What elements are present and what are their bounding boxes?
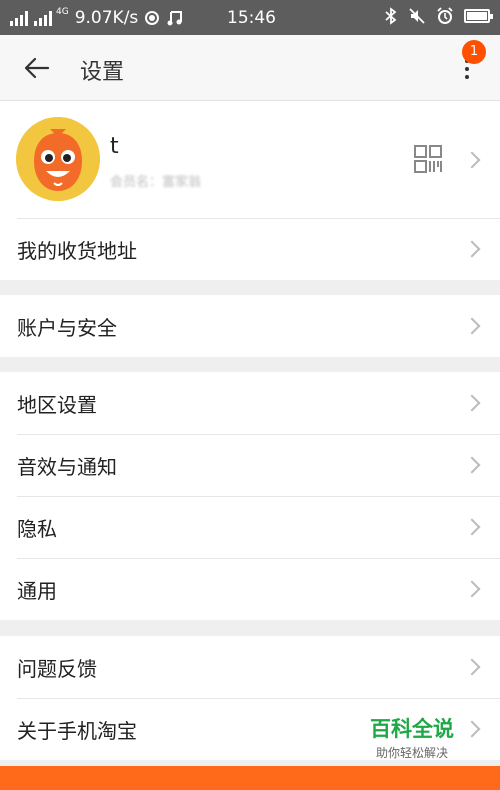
account-section: 账户与安全 xyxy=(0,295,500,357)
profile-section: t 会员名：富家翁 我的收货地址 xyxy=(0,101,500,280)
chevron-right-icon xyxy=(463,151,481,168)
settings-item-feedback[interactable]: 问题反馈 xyxy=(0,636,500,698)
signal-icon xyxy=(10,10,28,26)
settings-item-privacy[interactable]: 隐私 xyxy=(0,496,500,558)
location-icon xyxy=(145,10,160,25)
status-left: 4G 9.07K/s xyxy=(10,8,184,28)
settings-item-label: 问题反馈 xyxy=(17,656,97,681)
profile-name: t xyxy=(110,134,119,159)
back-arrow-icon[interactable] xyxy=(22,53,52,83)
mute-icon xyxy=(409,8,425,24)
qr-code-icon[interactable] xyxy=(414,145,442,173)
bluetooth-icon xyxy=(385,7,397,25)
status-bar: 4G 9.07K/s 15:46 xyxy=(0,0,500,35)
alarm-icon xyxy=(437,7,453,24)
general-section: 地区设置 音效与通知 隐私 通用 xyxy=(0,372,500,620)
settings-item-sound-notification[interactable]: 音效与通知 xyxy=(0,434,500,496)
settings-item-general[interactable]: 通用 xyxy=(0,558,500,620)
chevron-right-icon xyxy=(463,456,481,474)
chevron-right-icon xyxy=(463,394,481,412)
watermark-title: 百科全说 xyxy=(370,717,454,741)
mascot-avatar-icon xyxy=(16,117,100,201)
battery-icon xyxy=(464,9,493,23)
status-right xyxy=(384,7,493,25)
notification-badge: 1 xyxy=(462,40,486,64)
chevron-right-icon xyxy=(463,240,481,258)
settings-item-label: 音效与通知 xyxy=(17,454,117,479)
watermark: 百科全说 助你轻松解决 xyxy=(360,716,464,761)
settings-item-label: 地区设置 xyxy=(17,392,97,417)
network-4g-label: 4G xyxy=(56,7,69,17)
settings-item-account-security[interactable]: 账户与安全 xyxy=(0,295,500,357)
chevron-right-icon xyxy=(463,317,481,335)
settings-item-label: 我的收货地址 xyxy=(17,238,137,263)
bottom-action-bar[interactable] xyxy=(0,766,500,790)
settings-item-label: 关于手机淘宝 xyxy=(17,718,137,743)
settings-item-label: 账户与安全 xyxy=(17,315,117,340)
chevron-right-icon xyxy=(463,720,481,738)
settings-item-region[interactable]: 地区设置 xyxy=(0,372,500,434)
chevron-right-icon xyxy=(463,580,481,598)
chevron-right-icon xyxy=(463,658,481,676)
signal-4g-icon xyxy=(34,10,52,26)
avatar xyxy=(16,117,100,201)
title-bar: 设置 1 xyxy=(0,35,500,101)
settings-item-address[interactable]: 我的收货地址 xyxy=(0,218,500,280)
chevron-right-icon xyxy=(463,518,481,536)
watermark-subtitle: 助你轻松解决 xyxy=(375,746,448,760)
status-time: 15:46 xyxy=(227,8,276,28)
network-speed: 9.07K/s xyxy=(74,7,139,28)
music-icon xyxy=(167,10,183,25)
profile-row[interactable]: t 会员名：富家翁 xyxy=(0,101,500,218)
settings-item-label: 通用 xyxy=(17,578,57,603)
settings-item-label: 隐私 xyxy=(17,516,57,541)
profile-subtitle: 会员名：富家翁 xyxy=(110,175,202,190)
page-title: 设置 xyxy=(80,60,125,85)
